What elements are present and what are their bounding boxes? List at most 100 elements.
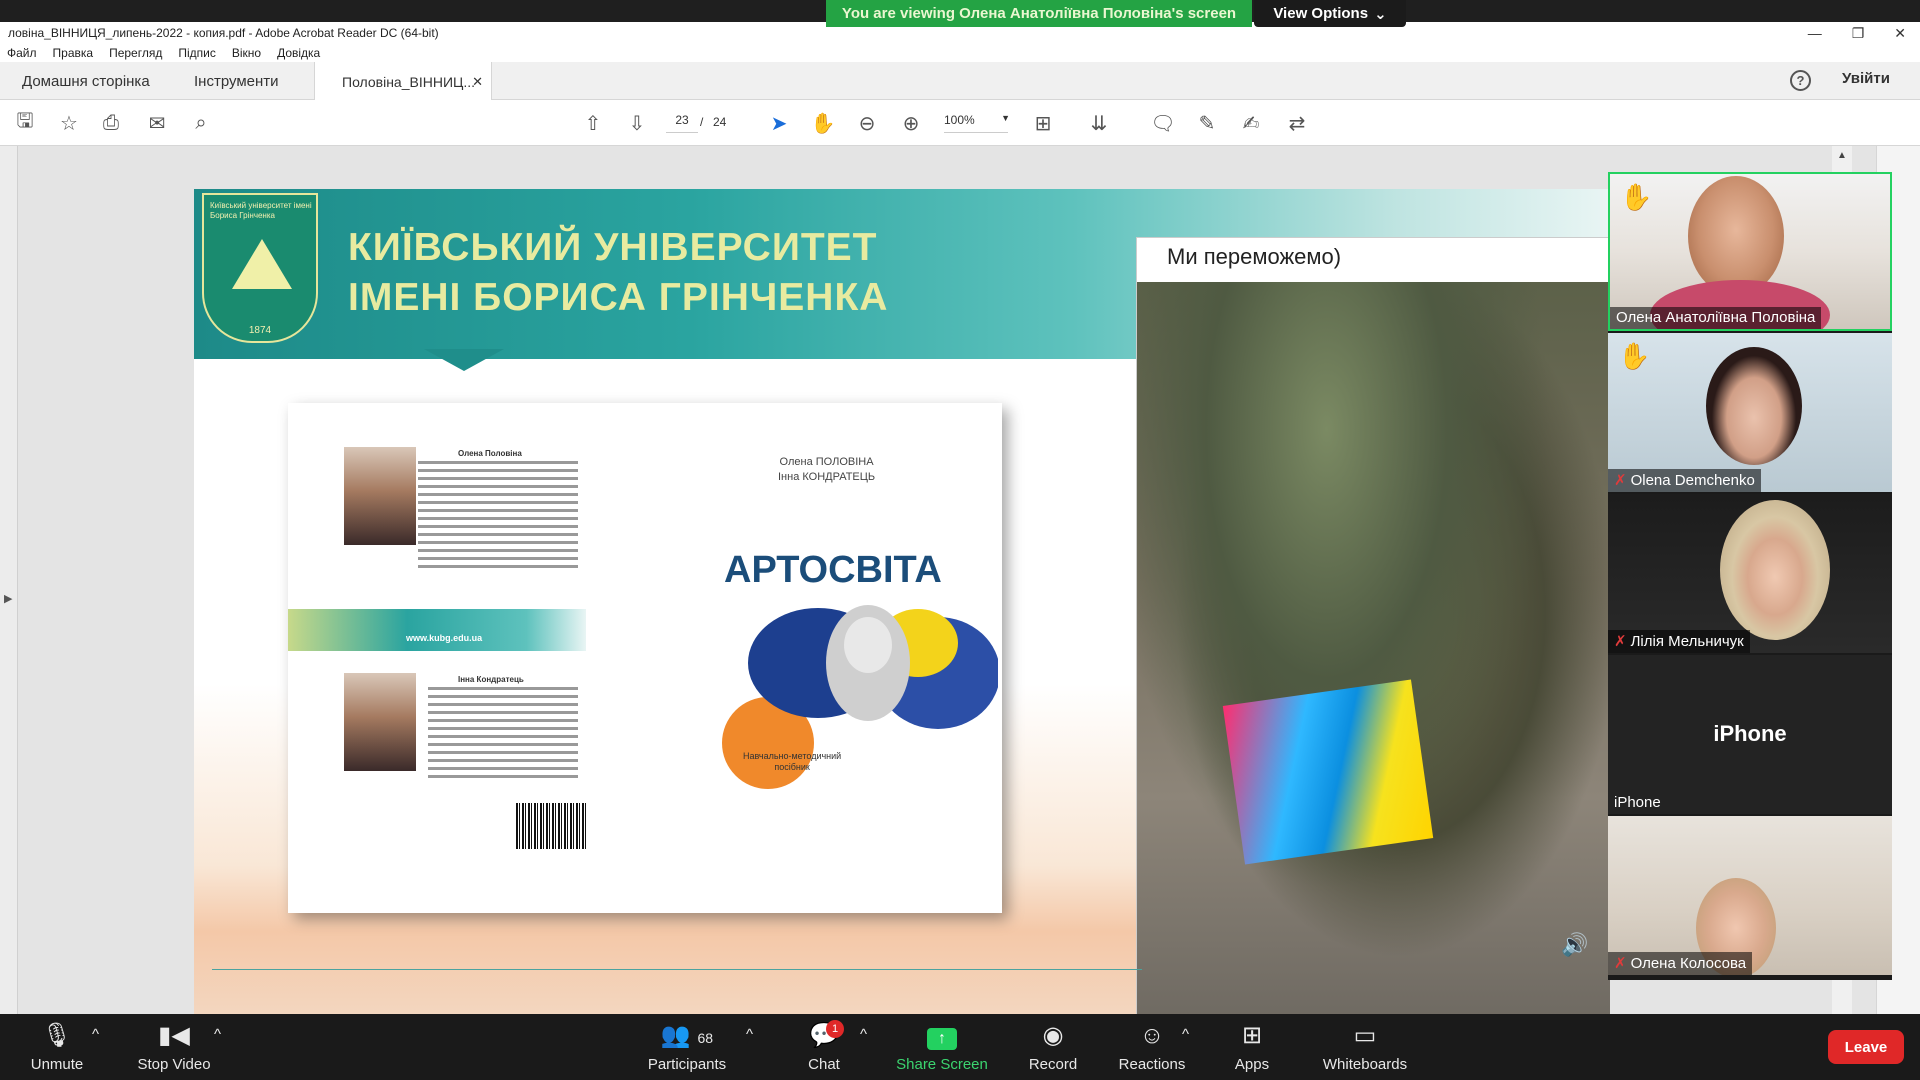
highlight-pen-icon[interactable]: ✎ xyxy=(1194,110,1220,136)
participant-tile[interactable]: iPhone iPhone xyxy=(1608,655,1892,814)
embedded-video[interactable]: Ми переможемо) 🔊 xyxy=(1136,237,1610,1014)
participant-name-label: Лілія Мельничук xyxy=(1630,633,1744,650)
no-video-name: iPhone xyxy=(1713,721,1787,746)
scroll-mode-icon[interactable]: ⇊ xyxy=(1086,110,1112,136)
reactions-button[interactable]: ☺ Reactions xyxy=(1112,1022,1192,1076)
zoom-level-select[interactable]: 100% ▼ xyxy=(944,113,1010,133)
book-title: АРТОСВІТА xyxy=(724,549,942,591)
print-icon[interactable]: ⎙ xyxy=(98,110,124,136)
stop-video-button[interactable]: ▮◀ Stop Video xyxy=(134,1022,214,1076)
participant-name: ✗ Олена Колосова xyxy=(1608,952,1753,975)
email-icon[interactable]: ✉ xyxy=(144,110,170,136)
help-icon[interactable]: ? xyxy=(1790,70,1811,91)
save-icon[interactable]: 🖫 xyxy=(12,110,38,136)
author1-photo xyxy=(344,447,416,545)
tab-bar: Домашня сторінка Інструменти Половіна_ВІ… xyxy=(0,62,1920,101)
hand-tool-icon[interactable]: ✋ xyxy=(810,110,836,136)
crest-year: 1874 xyxy=(248,325,272,336)
bookmark-star-icon[interactable]: ☆ xyxy=(56,110,82,136)
view-options-label: View Options xyxy=(1273,5,1369,22)
book-subtitle-line1: Навчально-методичний xyxy=(743,751,842,761)
apps-button[interactable]: ⊞ Apps xyxy=(1224,1022,1280,1076)
record-icon: ◉ xyxy=(1042,1022,1064,1049)
close-tab-icon[interactable]: ✕ xyxy=(472,74,483,90)
tab-document[interactable]: Половіна_ВІННИЦ... ✕ xyxy=(314,62,492,101)
audio-options-caret-icon[interactable]: ^ xyxy=(92,1026,99,1080)
menu-help[interactable]: Довідка xyxy=(277,46,320,60)
university-crest: Київський університет імені Бориса Грінч… xyxy=(202,193,318,343)
next-page-icon[interactable]: ⇩ xyxy=(624,110,650,136)
page-number-input[interactable]: 23 xyxy=(666,113,698,133)
share-screen-label: Share Screen xyxy=(896,1056,988,1073)
participant-name-label: Олена Колосова xyxy=(1630,955,1747,972)
unmute-button[interactable]: 🎙 Unmute xyxy=(26,1022,88,1076)
expand-panel-icon[interactable]: ▶ xyxy=(4,592,12,605)
sign-in-button[interactable]: Увійти xyxy=(1842,70,1890,87)
author2-photo xyxy=(344,673,416,771)
menu-sign[interactable]: Підпис xyxy=(178,46,216,60)
zoom-out-icon[interactable]: ⊖ xyxy=(854,110,880,136)
participant-name-label: Olena Demchenko xyxy=(1630,472,1755,489)
raised-hand-icon: ✋ xyxy=(1618,341,1651,371)
comment-icon[interactable]: 🗨 xyxy=(1150,110,1176,136)
share-edit-icon[interactable]: ⇄ xyxy=(1284,110,1310,136)
book-subtitle: Навчально-методичний посібник xyxy=(743,751,841,773)
participant-gallery: ✋ Олена Анатоліївна Половіна ✋ ✗ Olena De… xyxy=(1608,172,1892,980)
leave-meeting-button[interactable]: Leave xyxy=(1828,1030,1904,1064)
menu-edit[interactable]: Правка xyxy=(53,46,94,60)
search-icon[interactable]: ⌕ xyxy=(188,110,214,136)
reactions-smile-icon: ☺ xyxy=(1139,1022,1165,1049)
chat-button[interactable]: 💬 1 Chat xyxy=(800,1020,848,1076)
page-separator: / xyxy=(700,115,704,129)
minimize-icon[interactable]: — xyxy=(1808,25,1822,41)
video-frame xyxy=(1137,282,1610,1014)
reactions-label: Reactions xyxy=(1118,1056,1186,1073)
author1-bio xyxy=(418,461,578,573)
participant-tile[interactable]: ✗ Лілія Мельничук xyxy=(1608,494,1892,653)
share-screen-button[interactable]: ↑ Share Screen xyxy=(892,1022,992,1076)
chat-caret-icon[interactable]: ^ xyxy=(860,1026,867,1080)
painted-canvas xyxy=(1222,679,1434,865)
video-camera-icon: ▮◀ xyxy=(158,1022,190,1049)
select-cursor-icon[interactable]: ➤ xyxy=(766,110,792,136)
muted-mic-icon: ✗ xyxy=(1614,472,1627,489)
book-subtitle-line2: посібник xyxy=(774,762,810,772)
pdf-page: Київський університет імені Бориса Грінч… xyxy=(194,189,1610,1014)
raised-hand-icon: ✋ xyxy=(1620,182,1653,212)
participant-tile[interactable]: ✋ Олена Анатоліївна Половіна xyxy=(1608,172,1892,331)
menu-file[interactable]: Файл xyxy=(7,46,37,60)
participant-tile[interactable]: ✋ ✗ Olena Demchenko xyxy=(1608,333,1892,492)
front-author2: Інна КОНДРАТЕЦЬ xyxy=(778,471,876,483)
view-options-button[interactable]: View Options ⌄ xyxy=(1254,0,1406,27)
menu-window[interactable]: Вікно xyxy=(232,46,261,60)
reactions-caret-icon[interactable]: ^ xyxy=(1182,1026,1189,1080)
close-icon[interactable]: ✕ xyxy=(1894,25,1906,42)
scroll-up-icon[interactable]: ▲ xyxy=(1837,150,1847,161)
menu-bar: Файл Правка Перегляд Підпис Вікно Довідк… xyxy=(0,44,1920,62)
participant-tile[interactable]: ✗ Олена Колосова xyxy=(1608,816,1892,975)
participants-count: 68 xyxy=(697,1030,714,1046)
record-button[interactable]: ◉ Record xyxy=(1020,1022,1086,1076)
author2-name: Інна Кондратець xyxy=(458,675,524,684)
participants-button[interactable]: 👥 68 Participants xyxy=(642,1022,732,1076)
menu-view[interactable]: Перегляд xyxy=(109,46,162,60)
speaker-icon[interactable]: 🔊 xyxy=(1561,932,1588,958)
zoom-in-icon[interactable]: ⊕ xyxy=(898,110,924,136)
tab-document-label: Половіна_ВІННИЦ... xyxy=(342,73,476,90)
video-options-caret-icon[interactable]: ^ xyxy=(214,1026,221,1080)
sign-icon[interactable]: ✍ xyxy=(1238,110,1264,136)
left-panel-rail[interactable]: ▶ xyxy=(0,146,18,1014)
record-label: Record xyxy=(1028,1056,1078,1073)
window-title: ловіна_ВІННИЦЯ_липень-2022 - копия.pdf -… xyxy=(8,26,439,40)
prev-page-icon[interactable]: ⇧ xyxy=(580,110,606,136)
tab-home[interactable]: Домашня сторінка xyxy=(22,62,150,100)
restore-icon[interactable]: ❐ xyxy=(1852,25,1865,42)
viewing-screen-text: You are viewing Олена Анатоліївна Полові… xyxy=(826,0,1252,27)
zoom-level-value: 100% xyxy=(944,113,975,127)
participant-name-label: Олена Анатоліївна Половіна xyxy=(1616,309,1816,326)
participants-caret-icon[interactable]: ^ xyxy=(746,1026,753,1080)
fit-page-icon[interactable]: ⊞ xyxy=(1030,110,1056,136)
author2-bio xyxy=(428,687,578,783)
whiteboards-button[interactable]: ▭ Whiteboards xyxy=(1316,1022,1414,1076)
tab-tools[interactable]: Інструменти xyxy=(194,62,279,100)
